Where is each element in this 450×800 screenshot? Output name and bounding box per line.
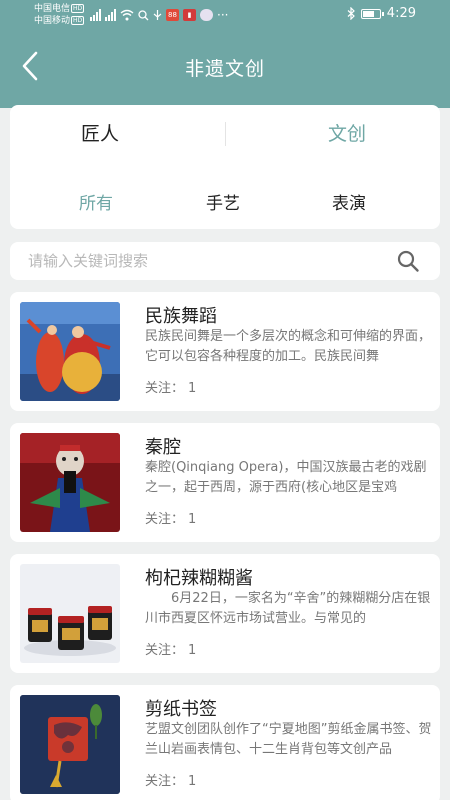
list-item[interactable]: 枸杞辣糊糊酱 6月22日，一家名为“辛舍”的辣糊糊分店在银川市西夏区怀远市场试营… — [10, 554, 440, 673]
status-bar: 中国电信 HD 中国移动 HD 88 ▮ ··· 4:29 — [0, 0, 450, 30]
item-title: 民族舞蹈 — [145, 306, 217, 327]
status-icons: 88 ▮ ··· — [90, 8, 228, 22]
app-notification-icon: ▮ — [183, 9, 196, 21]
item-follow: 关注： 1 — [145, 639, 196, 658]
jar-thumbnail — [20, 564, 120, 663]
filter-craft[interactable]: 手艺 — [206, 189, 240, 214]
signal-icon — [90, 9, 101, 21]
wifi-icon — [120, 9, 134, 21]
item-description: 艺盟文创团队创作了“宁夏地图”剪纸金属书签、贺兰山岩画表情包、十二生肖背包等文创… — [145, 722, 432, 757]
item-description: 6月22日，一家名为“辛舍”的辣糊糊分店在银川市西夏区怀远市场试营业。与常见的 — [145, 591, 431, 626]
papercut-thumbnail — [20, 695, 120, 794]
item-description: 秦腔(Qinqiang Opera)，中国汉族最古老的戏剧之一，起于西周，源于西… — [145, 460, 427, 495]
dance-thumbnail — [20, 302, 120, 401]
more-notifications-icon: ··· — [217, 8, 229, 22]
item-title: 枸杞辣糊糊酱 — [145, 568, 253, 589]
battery-icon — [360, 8, 384, 19]
search-bar — [10, 242, 440, 280]
item-follow: 关注： 1 — [145, 377, 196, 396]
search-small-icon — [138, 9, 149, 20]
carrier-2: 中国移动 HD — [34, 16, 85, 26]
search-input[interactable] — [28, 248, 388, 274]
usb-icon — [153, 10, 162, 20]
navigation-bar: 非遗文创 — [0, 40, 450, 94]
app-notification-icon: 88 — [166, 9, 179, 21]
carrier-1: 中国电信 HD — [34, 4, 85, 14]
list-item[interactable]: 剪纸书签 艺盟文创团队创作了“宁夏地图”剪纸金属书签、贺兰山岩画表情包、十二生肖… — [10, 685, 440, 800]
status-time: 4:29 — [386, 6, 416, 21]
item-title: 剪纸书签 — [145, 699, 217, 720]
signal-icon — [105, 9, 116, 21]
item-description: 民族民间舞是一个多层次的概念和可伸缩的界面，它可以包容各种程度的加工。民族民间舞 — [145, 329, 432, 364]
follow-label: 关注： — [145, 774, 185, 789]
filter-all[interactable]: 所有 — [79, 189, 113, 214]
item-follow: 关注： 1 — [145, 508, 196, 527]
app-notification-icon — [200, 9, 213, 21]
follow-label: 关注： — [145, 381, 185, 396]
search-icon[interactable] — [396, 249, 420, 273]
follow-count: 1 — [188, 774, 197, 789]
follow-count: 1 — [188, 512, 197, 527]
follow-count: 1 — [188, 643, 197, 658]
tab-divider — [225, 122, 226, 146]
filter-performance[interactable]: 表演 — [332, 189, 366, 214]
tab-panel: 匠人 文创 所有 手艺 表演 — [10, 105, 440, 229]
bluetooth-icon — [347, 7, 355, 20]
tab-cultural-creative[interactable]: 文创 — [328, 119, 366, 146]
page-title: 非遗文创 — [184, 58, 265, 80]
list-item[interactable]: 民族舞蹈 民族民间舞是一个多层次的概念和可伸缩的界面，它可以包容各种程度的加工。… — [10, 292, 440, 411]
follow-label: 关注： — [145, 643, 185, 658]
list-item[interactable]: 秦腔 秦腔(Qinqiang Opera)，中国汉族最古老的戏剧之一，起于西周，… — [10, 423, 440, 542]
item-follow: 关注： 1 — [145, 770, 196, 789]
follow-label: 关注： — [145, 512, 185, 527]
opera-thumbnail — [20, 433, 120, 532]
follow-count: 1 — [188, 381, 197, 396]
item-title: 秦腔 — [145, 437, 181, 458]
status-right: 4:29 — [347, 6, 416, 21]
tab-artisans[interactable]: 匠人 — [81, 119, 119, 146]
